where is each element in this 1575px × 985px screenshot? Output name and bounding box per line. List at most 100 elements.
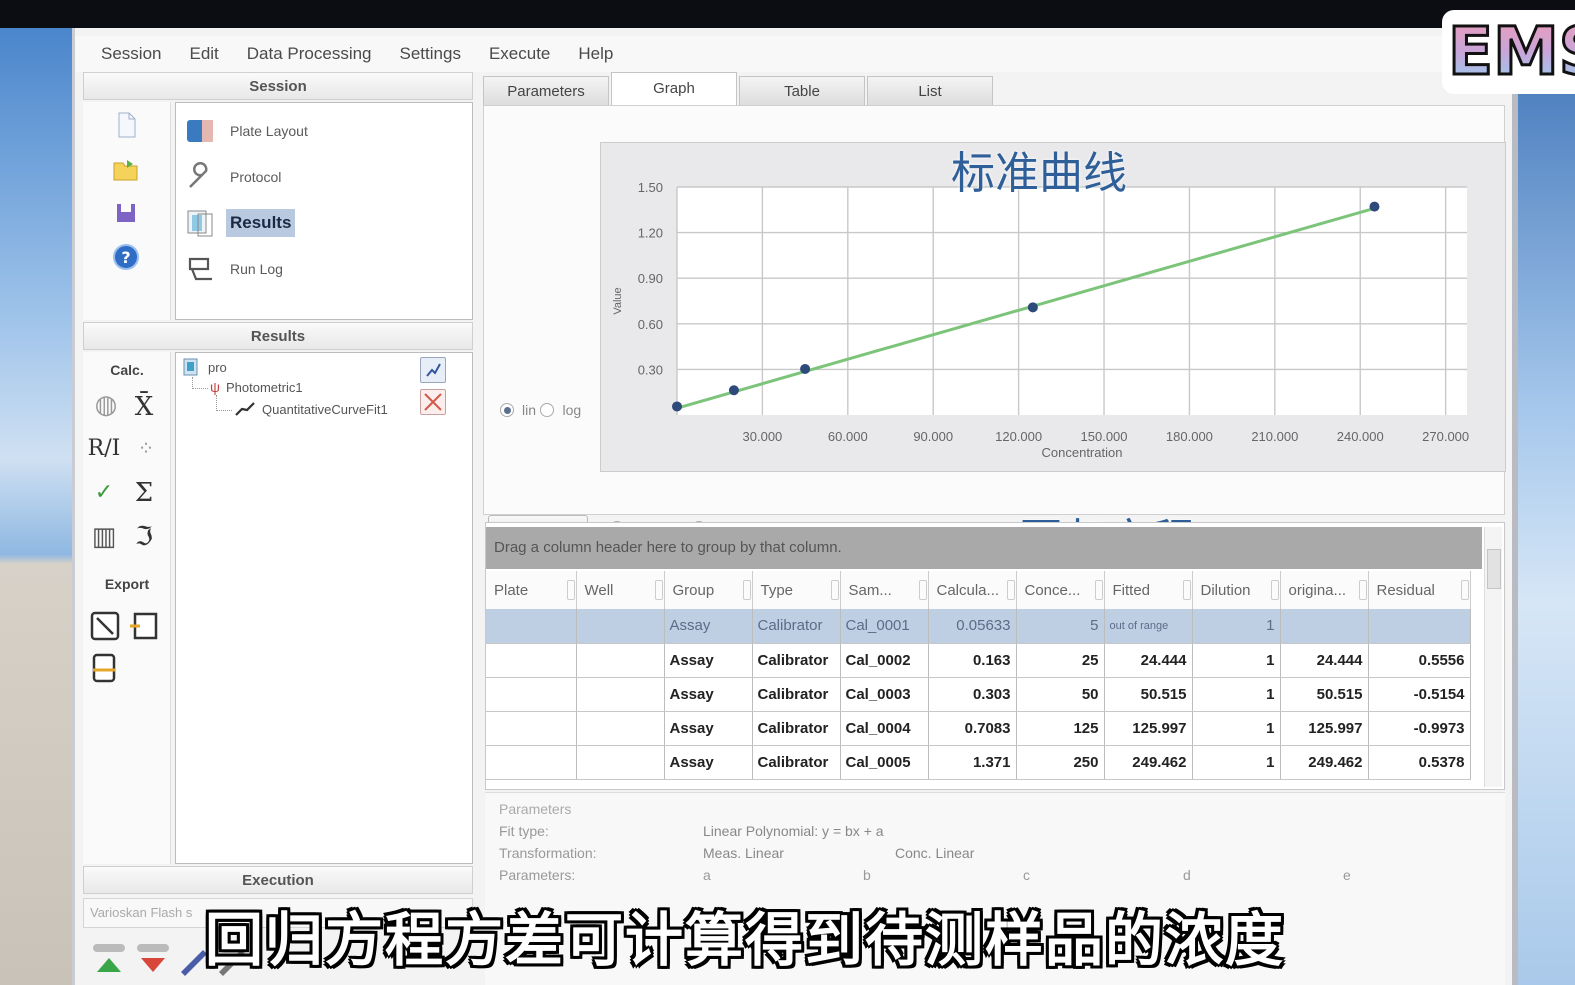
cell-dilution[interactable]: 1 xyxy=(1192,609,1281,644)
cell-well[interactable] xyxy=(576,711,665,746)
col-dilution[interactable]: Dilution xyxy=(1192,571,1281,609)
menu-execute[interactable]: Execute xyxy=(489,44,550,64)
tree-node-photometric[interactable]: ψ Photometric1 xyxy=(210,379,303,395)
cell-dilution[interactable]: 1 xyxy=(1192,643,1281,678)
cell-original[interactable]: 24.444 xyxy=(1280,643,1369,678)
save-icon[interactable] xyxy=(111,198,141,228)
new-file-icon[interactable] xyxy=(111,110,141,140)
col-type[interactable]: Type xyxy=(752,571,841,609)
col-calculated[interactable]: Calcula... xyxy=(928,571,1017,609)
cell-plate[interactable] xyxy=(486,677,577,712)
cell-calc[interactable]: 0.05633 xyxy=(928,609,1017,644)
cell-residual[interactable]: -0.9973 xyxy=(1368,711,1471,746)
kinetic-icon[interactable]: ℑ xyxy=(125,522,163,552)
tab-graph[interactable]: Graph xyxy=(611,72,737,106)
cell-conc[interactable]: 50 xyxy=(1016,677,1105,712)
cell-fitted[interactable]: out of range xyxy=(1104,609,1193,644)
tab-parameters[interactable]: Parameters xyxy=(483,76,609,106)
cell-original[interactable]: 50.515 xyxy=(1280,677,1369,712)
scrollbar-thumb[interactable] xyxy=(1487,549,1501,589)
cell-sample[interactable]: Cal_0004 xyxy=(840,711,929,746)
cell-sample[interactable]: Cal_0005 xyxy=(840,745,929,780)
menu-session[interactable]: Session xyxy=(101,44,161,64)
group-by-bar[interactable]: Drag a column header here to group by th… xyxy=(486,527,1482,569)
cell-group[interactable]: Assay xyxy=(664,677,753,712)
export-report-icon[interactable] xyxy=(127,610,159,642)
col-group[interactable]: Group xyxy=(664,571,753,609)
cell-dilution[interactable]: 1 xyxy=(1192,745,1281,780)
cell-original[interactable]: 125.997 xyxy=(1280,711,1369,746)
table-row[interactable]: Assay Calibrator Cal_0004 0.7083 125 125.997 1… xyxy=(486,711,1471,746)
cell-fitted[interactable]: 50.515 xyxy=(1104,677,1193,712)
table-row[interactable]: Assay Calibrator Cal_0003 0.303 50 50.515 1 50.… xyxy=(486,677,1471,712)
cell-well[interactable] xyxy=(576,609,665,644)
ratio-icon[interactable]: R/I xyxy=(85,436,123,461)
cell-dilution[interactable]: 1 xyxy=(1192,711,1281,746)
col-sample[interactable]: Sam... xyxy=(840,571,929,609)
cell-calc[interactable]: 0.163 xyxy=(928,643,1017,678)
cell-residual[interactable]: 0.5378 xyxy=(1368,745,1471,780)
cell-calc[interactable]: 0.303 xyxy=(928,677,1017,712)
cell-type[interactable]: Calibrator xyxy=(752,643,841,678)
cell-fitted[interactable]: 125.997 xyxy=(1104,711,1193,746)
nav-run-log[interactable]: Run Log xyxy=(184,249,287,289)
mean-icon[interactable]: X̄ xyxy=(125,392,163,422)
qc-icon[interactable]: ✓ xyxy=(85,480,123,505)
cell-sample[interactable]: Cal_0003 xyxy=(840,677,929,712)
cell-well[interactable] xyxy=(576,745,665,780)
cell-calc[interactable]: 0.7083 xyxy=(928,711,1017,746)
col-concentration[interactable]: Conce... xyxy=(1016,571,1105,609)
cell-type[interactable]: Calibrator xyxy=(752,609,841,644)
cell-well[interactable] xyxy=(576,677,665,712)
cell-sample[interactable]: Cal_0001 xyxy=(840,609,929,644)
cell-group[interactable]: Assay xyxy=(664,643,753,678)
cell-conc[interactable]: 250 xyxy=(1016,745,1105,780)
tree-node-curvefit[interactable]: QuantitativeCurveFit1 xyxy=(234,401,388,417)
nav-plate-layout[interactable]: Plate Layout xyxy=(184,111,312,151)
cell-group[interactable]: Assay xyxy=(664,745,753,780)
cell-residual[interactable]: -0.5154 xyxy=(1368,677,1471,712)
cell-type[interactable]: Calibrator xyxy=(752,745,841,780)
cell-original[interactable]: 249.462 xyxy=(1280,745,1369,780)
load-plate-in-icon[interactable] xyxy=(89,940,129,976)
cell-sample[interactable]: Cal_0002 xyxy=(840,643,929,678)
col-well[interactable]: Well xyxy=(576,571,665,609)
col-residual[interactable]: Residual xyxy=(1368,571,1471,609)
cell-plate[interactable] xyxy=(486,643,577,678)
delete-calculation-button[interactable] xyxy=(420,389,446,415)
cell-plate[interactable] xyxy=(486,745,577,780)
blank-subtract-icon[interactable]: ◍ xyxy=(87,390,125,420)
tree-node-root[interactable]: pro xyxy=(182,357,227,377)
col-plate[interactable]: Plate xyxy=(486,571,577,609)
table-row[interactable]: Assay Calibrator Cal_0005 1.371 250 249.462 1 2… xyxy=(486,745,1471,780)
histogram-icon[interactable]: ▥ xyxy=(85,522,123,552)
help-icon[interactable]: ? xyxy=(111,242,141,272)
cell-conc[interactable]: 25 xyxy=(1016,643,1105,678)
cell-fitted[interactable]: 24.444 xyxy=(1104,643,1193,678)
cell-conc[interactable]: 125 xyxy=(1016,711,1105,746)
cell-group[interactable]: Assay xyxy=(664,609,753,644)
menu-help[interactable]: Help xyxy=(578,44,613,64)
cell-fitted[interactable]: 249.462 xyxy=(1104,745,1193,780)
col-original[interactable]: origina... xyxy=(1280,571,1369,609)
nav-protocol[interactable]: Protocol xyxy=(184,157,285,197)
col-fitted[interactable]: Fitted xyxy=(1104,571,1193,609)
tab-list[interactable]: List xyxy=(867,76,993,106)
open-folder-icon[interactable] xyxy=(111,154,141,184)
cell-residual[interactable]: 0.5556 xyxy=(1368,643,1471,678)
cell-type[interactable]: Calibrator xyxy=(752,677,841,712)
sum-icon[interactable]: Σ xyxy=(125,478,163,508)
cell-group[interactable]: Assay xyxy=(664,711,753,746)
cell-dilution[interactable]: 1 xyxy=(1192,677,1281,712)
grid-scrollbar[interactable] xyxy=(1484,527,1502,787)
cell-residual[interactable] xyxy=(1368,609,1471,644)
menu-data-processing[interactable]: Data Processing xyxy=(247,44,372,64)
cell-original[interactable] xyxy=(1280,609,1369,644)
table-row[interactable]: Assay Calibrator Cal_0001 0.05633 5 out of ra… xyxy=(486,609,1471,644)
add-calculation-button[interactable] xyxy=(420,357,446,383)
menu-settings[interactable]: Settings xyxy=(400,44,461,64)
y-scale-lin-radio[interactable]: lin xyxy=(500,402,536,418)
y-scale-log-radio[interactable]: log xyxy=(540,402,581,418)
cell-type[interactable]: Calibrator xyxy=(752,711,841,746)
cell-well[interactable] xyxy=(576,643,665,678)
